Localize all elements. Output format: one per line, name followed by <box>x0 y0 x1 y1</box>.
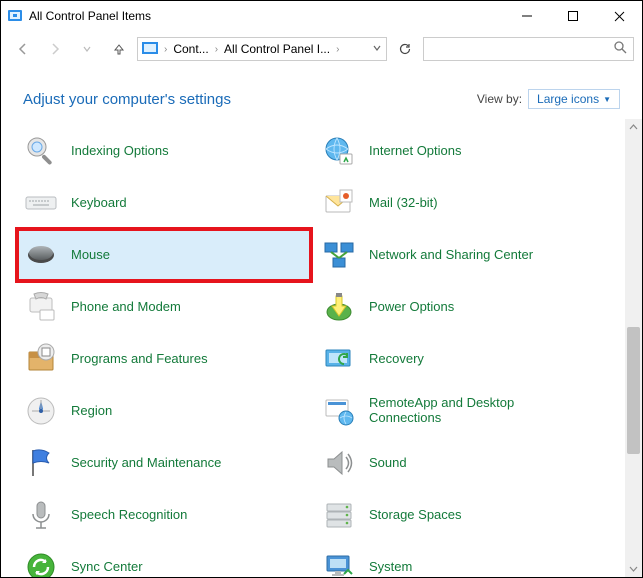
item-recovery[interactable]: Recovery <box>315 333 609 385</box>
item-security-maintenance[interactable]: Security and Maintenance <box>17 437 311 489</box>
internet-icon <box>321 133 357 169</box>
up-button[interactable] <box>105 35 133 63</box>
item-label: System <box>369 560 412 575</box>
item-label: Mouse <box>71 248 110 263</box>
item-label: Indexing Options <box>71 144 169 159</box>
item-label: Sync Center <box>71 560 143 575</box>
power-icon <box>321 289 357 325</box>
view-by-value: Large icons <box>537 92 599 106</box>
item-label: Mail (32-bit) <box>369 196 438 211</box>
content-area: Indexing Options Internet Options Keyboa… <box>1 119 642 577</box>
item-internet-options[interactable]: Internet Options <box>315 125 609 177</box>
storage-icon <box>321 497 357 533</box>
address-bar[interactable]: › Cont... › All Control Panel I... › <box>137 37 387 61</box>
item-network-sharing[interactable]: Network and Sharing Center <box>315 229 609 281</box>
vertical-scrollbar[interactable] <box>625 119 642 577</box>
item-label: Internet Options <box>369 144 462 159</box>
item-label: Storage Spaces <box>369 508 462 523</box>
control-panel-icon <box>7 8 23 24</box>
view-by-selector[interactable]: Large icons ▼ <box>528 89 620 109</box>
item-indexing-options[interactable]: Indexing Options <box>17 125 311 177</box>
item-system[interactable]: System <box>315 541 609 577</box>
item-sound[interactable]: Sound <box>315 437 609 489</box>
item-label: Programs and Features <box>71 352 208 367</box>
flag-icon <box>23 445 59 481</box>
chevron-right-icon: › <box>162 44 169 55</box>
search-icon <box>613 40 627 59</box>
control-panel-window: All Control Panel Items › Cont... › All … <box>0 0 643 578</box>
maximize-button[interactable] <box>550 1 596 31</box>
region-icon <box>23 393 59 429</box>
content-header: Adjust your computer's settings View by:… <box>1 67 642 119</box>
close-button[interactable] <box>596 1 642 31</box>
recovery-icon <box>321 341 357 377</box>
titlebar: All Control Panel Items <box>1 1 642 31</box>
chevron-down-icon: ▼ <box>603 95 611 104</box>
item-label: Security and Maintenance <box>71 456 221 471</box>
page-heading: Adjust your computer's settings <box>23 91 231 108</box>
item-phone-modem[interactable]: Phone and Modem <box>17 281 311 333</box>
item-sync-center[interactable]: Sync Center <box>17 541 311 577</box>
scroll-track[interactable] <box>625 136 642 560</box>
minimize-button[interactable] <box>504 1 550 31</box>
item-mouse[interactable]: Mouse <box>17 229 311 281</box>
item-label: Region <box>71 404 112 419</box>
item-programs-features[interactable]: Programs and Features <box>17 333 311 385</box>
item-label: Keyboard <box>71 196 127 211</box>
item-remoteapp[interactable]: RemoteApp and Desktop Connections <box>315 385 609 437</box>
system-icon <box>321 549 357 577</box>
mail-icon <box>321 185 357 221</box>
chevron-right-icon: › <box>213 44 220 55</box>
back-button[interactable] <box>9 35 37 63</box>
item-label: Recovery <box>369 352 424 367</box>
sound-icon <box>321 445 357 481</box>
keyboard-icon <box>23 185 59 221</box>
window-title: All Control Panel Items <box>29 9 504 23</box>
item-power-options[interactable]: Power Options <box>315 281 609 333</box>
search-box[interactable] <box>423 37 634 61</box>
item-speech-recognition[interactable]: Speech Recognition <box>17 489 311 541</box>
item-label: Network and Sharing Center <box>369 248 533 263</box>
search-input[interactable] <box>430 41 613 57</box>
item-mail[interactable]: Mail (32-bit) <box>315 177 609 229</box>
scroll-thumb[interactable] <box>627 327 640 454</box>
items-grid: Indexing Options Internet Options Keyboa… <box>1 119 625 577</box>
mouse-icon <box>23 237 59 273</box>
window-buttons <box>504 1 642 31</box>
recent-dropdown[interactable] <box>73 35 101 63</box>
breadcrumb-b[interactable]: All Control Panel I... <box>224 42 330 56</box>
navbar: › Cont... › All Control Panel I... › <box>1 31 642 67</box>
item-label: Phone and Modem <box>71 300 181 315</box>
chevron-right-icon: › <box>334 44 341 55</box>
item-label: Sound <box>369 456 407 471</box>
phone-icon <box>23 289 59 325</box>
view-by-label: View by: <box>477 92 522 106</box>
address-icon <box>142 42 158 57</box>
item-label: Power Options <box>369 300 454 315</box>
item-label: Speech Recognition <box>71 508 187 523</box>
refresh-button[interactable] <box>391 37 419 61</box>
view-by: View by: Large icons ▼ <box>477 89 620 109</box>
address-dropdown-icon[interactable] <box>372 42 382 56</box>
indexing-icon <box>23 133 59 169</box>
microphone-icon <box>23 497 59 533</box>
sync-icon <box>23 549 59 577</box>
programs-icon <box>23 341 59 377</box>
forward-button[interactable] <box>41 35 69 63</box>
item-storage-spaces[interactable]: Storage Spaces <box>315 489 609 541</box>
scroll-down-icon[interactable] <box>625 560 642 577</box>
item-keyboard[interactable]: Keyboard <box>17 177 311 229</box>
remoteapp-icon <box>321 393 357 429</box>
scroll-up-icon[interactable] <box>625 119 642 136</box>
breadcrumb-a[interactable]: Cont... <box>173 42 208 56</box>
network-icon <box>321 237 357 273</box>
item-region[interactable]: Region <box>17 385 311 437</box>
item-label: RemoteApp and Desktop Connections <box>369 396 539 426</box>
